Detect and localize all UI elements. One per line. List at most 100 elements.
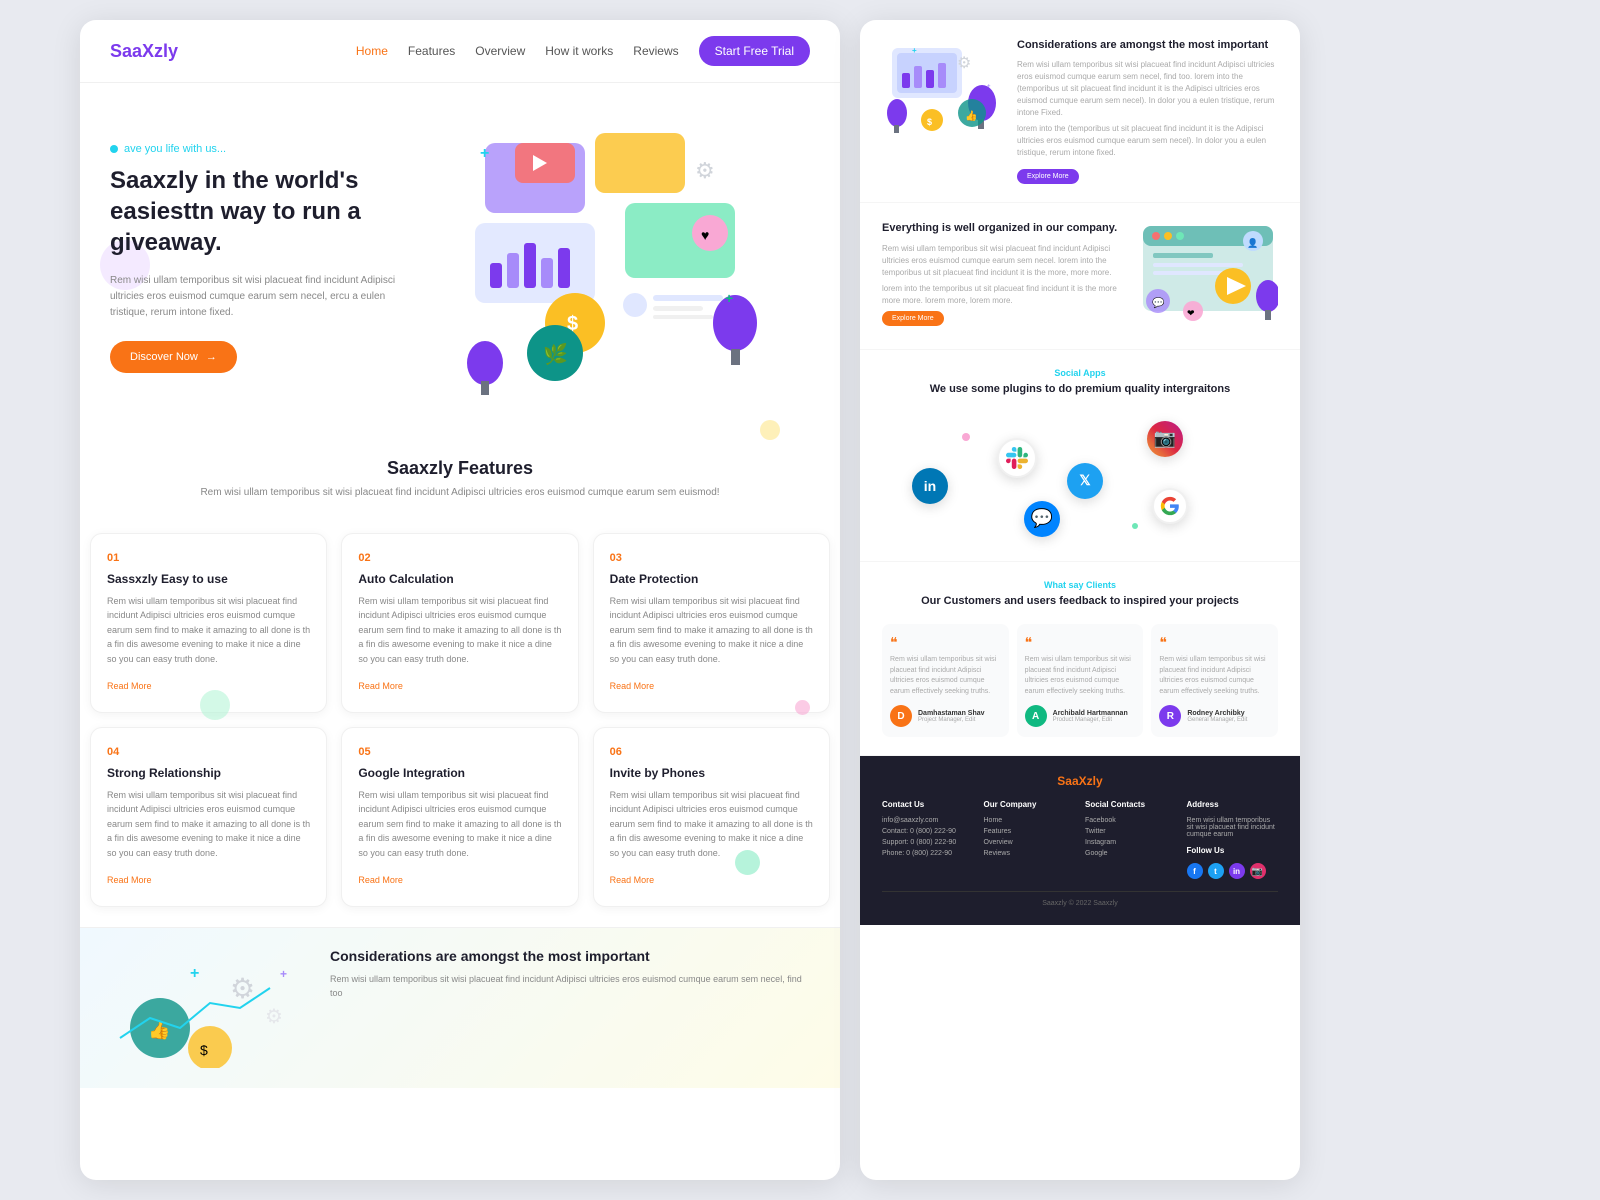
feature-title-5: Google Integration	[358, 766, 561, 780]
instagram-icon[interactable]: 📷	[1147, 421, 1183, 457]
slack-icon[interactable]	[997, 438, 1037, 478]
feature-title-1: Sassxzly Easy to use	[107, 572, 310, 586]
footer-company-2: Features	[984, 828, 1076, 835]
svg-text:+: +	[912, 46, 917, 55]
footer-tw-icon[interactable]: t	[1208, 863, 1224, 879]
considerations-image: 👍 $ ⚙ ⚙ + +	[110, 948, 310, 1068]
discover-now-button[interactable]: Discover Now	[110, 341, 237, 373]
messenger-icon[interactable]: 💬	[1024, 501, 1060, 537]
right-hero-image: ⚙ 👍 $ + +	[882, 38, 1002, 138]
right-hero-section: ⚙ 👍 $ + + Considerations are amongst the…	[860, 20, 1300, 203]
right-hero-title: Considerations are amongst the most impo…	[1017, 38, 1278, 53]
footer-grid: Contact Us info@saaxzly.com Contact: 0 (…	[882, 800, 1278, 879]
footer-social-1: Facebook	[1085, 817, 1177, 824]
svg-text:$: $	[927, 117, 932, 127]
nav-link-features[interactable]: Features	[408, 44, 455, 58]
test-avatar-3: R	[1159, 705, 1181, 727]
svg-text:👍: 👍	[965, 109, 977, 122]
svg-text:+: +	[480, 145, 489, 162]
test-author-info-1: Damhastaman Shav Project Manager, Edit	[918, 710, 985, 723]
test-role-2: Product Manager, Edit	[1053, 717, 1128, 723]
hero-text: ave you life with us... Saaxzly in the w…	[110, 123, 425, 408]
feature-desc-3: Rem wisi ullam temporibus sit wisi placu…	[610, 594, 813, 666]
test-author-2: A Archibald Hartmannan Product Manager, …	[1025, 705, 1136, 727]
testimonials-section: What say Clients Our Customers and users…	[860, 562, 1300, 756]
read-more-6[interactable]: Read More	[610, 875, 655, 885]
right-panel: ⚙ 👍 $ + + Considerations are amongst the…	[860, 20, 1300, 1180]
feature-num-5: 05	[358, 746, 561, 758]
footer-li-icon[interactable]: in	[1229, 863, 1245, 879]
features-subtitle: Rem wisi ullam temporibus sit wisi placu…	[110, 487, 810, 498]
nav-link-reviews[interactable]: Reviews	[633, 44, 678, 58]
google-icon[interactable]	[1152, 488, 1188, 524]
hero-description: Rem wisi ullam temporibus sit wisi placu…	[110, 273, 425, 321]
feature-card-4: 04 Strong Relationship Rem wisi ullam te…	[90, 727, 327, 907]
right-hero-svg: ⚙ 👍 $ + +	[882, 38, 1002, 138]
feature-num-4: 04	[107, 746, 310, 758]
svg-text:+: +	[280, 967, 287, 981]
footer-fb-icon[interactable]: f	[1187, 863, 1203, 879]
left-panel: SaaXzly Home Features Overview How it wo…	[80, 20, 840, 1180]
test-avatar-2: A	[1025, 705, 1047, 727]
testimonial-2: ❝ Rem wisi ullam temporibus sit wisi pla…	[1017, 624, 1144, 737]
nav-link-home[interactable]: Home	[356, 44, 388, 58]
considerations-section: 👍 $ ⚙ ⚙ + + Considerations are amongst t…	[80, 927, 840, 1088]
consid-svg: 👍 $ ⚙ ⚙ + +	[110, 948, 310, 1068]
test-name-2: Archibald Hartmannan	[1053, 710, 1128, 717]
features-grid: 01 Sassxzly Easy to use Rem wisi ullam t…	[80, 533, 840, 927]
feature-card-1: 01 Sassxzly Easy to use Rem wisi ullam t…	[90, 533, 327, 713]
right-hero-desc2: lorem into the (temporibus ut sit placue…	[1017, 123, 1278, 159]
footer-contact-3: Support: 0 (800) 222-90	[882, 839, 974, 846]
right-organized-section: Everything is well organized in our comp…	[860, 203, 1300, 350]
nav-link-overview[interactable]: Overview	[475, 44, 525, 58]
dot-1	[962, 433, 970, 441]
read-more-5[interactable]: Read More	[358, 875, 403, 885]
test-text-3: Rem wisi ullam temporibus sit wisi placu…	[1159, 655, 1270, 697]
org-desc1: Rem wisi ullam temporibus sit wisi placu…	[882, 243, 1123, 279]
org-svg: 💬 ❤ 👤	[1138, 221, 1278, 331]
right-hero-text: Considerations are amongst the most impo…	[1017, 38, 1278, 184]
test-text-1: Rem wisi ullam temporibus sit wisi placu…	[890, 655, 1001, 697]
hero-svg: $ ♥	[425, 123, 765, 403]
org-btn[interactable]: Explore More	[882, 311, 944, 326]
svg-text:⚙: ⚙	[695, 158, 715, 183]
considerations-desc: Rem wisi ullam temporibus sit wisi placu…	[330, 972, 810, 1001]
svg-text:♥: ♥	[701, 227, 709, 243]
feature-desc-2: Rem wisi ullam temporibus sit wisi placu…	[358, 594, 561, 666]
features-title: Saaxzly Features	[110, 458, 810, 479]
footer-ig-icon[interactable]: 📷	[1250, 863, 1266, 879]
feature-desc-4: Rem wisi ullam temporibus sit wisi placu…	[107, 788, 310, 860]
testimonials-grid: ❝ Rem wisi ullam temporibus sit wisi pla…	[882, 624, 1278, 737]
nav-link-how-it-works[interactable]: How it works	[545, 44, 613, 58]
test-text-2: Rem wisi ullam temporibus sit wisi placu…	[1025, 655, 1136, 697]
hero-eyebrow: ave you life with us...	[110, 143, 425, 155]
social-title: We use some plugins to do premium qualit…	[882, 382, 1278, 397]
test-role-1: Project Manager, Edit	[918, 717, 985, 723]
start-free-trial-button[interactable]: Start Free Trial	[699, 36, 810, 66]
testimonials-label: What say Clients	[882, 580, 1278, 590]
read-more-4[interactable]: Read More	[107, 875, 152, 885]
footer-col-contact: Contact Us info@saaxzly.com Contact: 0 (…	[882, 800, 974, 879]
feature-num-2: 02	[358, 552, 561, 564]
read-more-1[interactable]: Read More	[107, 681, 152, 691]
read-more-3[interactable]: Read More	[610, 681, 655, 691]
quote-icon-2: ❝	[1025, 634, 1136, 651]
linkedin-icon[interactable]: in	[912, 468, 948, 504]
twitter-icon[interactable]: 𝕏	[1067, 463, 1103, 499]
footer-col-company: Our Company Home Features Overview Revie…	[984, 800, 1076, 879]
right-hero-btn[interactable]: Explore More	[1017, 169, 1079, 184]
feature-title-4: Strong Relationship	[107, 766, 310, 780]
quote-icon-3: ❝	[1159, 634, 1270, 651]
svg-text:+: +	[725, 290, 733, 306]
svg-text:+: +	[987, 84, 991, 90]
svg-text:⚙: ⚙	[265, 1006, 283, 1028]
social-apps-section: Social Apps We use some plugins to do pr…	[860, 350, 1300, 561]
footer-copyright: Saaxzly © 2022 Saaxzly	[882, 891, 1278, 907]
footer-col-address: Address Rem wisi ullam temporibus sit wi…	[1187, 800, 1279, 879]
feature-title-2: Auto Calculation	[358, 572, 561, 586]
test-name-3: Rodney Archibky	[1187, 710, 1247, 717]
read-more-2[interactable]: Read More	[358, 681, 403, 691]
footer-col-title-company: Our Company	[984, 800, 1076, 809]
logo: SaaXzly	[110, 41, 178, 62]
footer-follow-title: Follow Us	[1187, 846, 1279, 855]
